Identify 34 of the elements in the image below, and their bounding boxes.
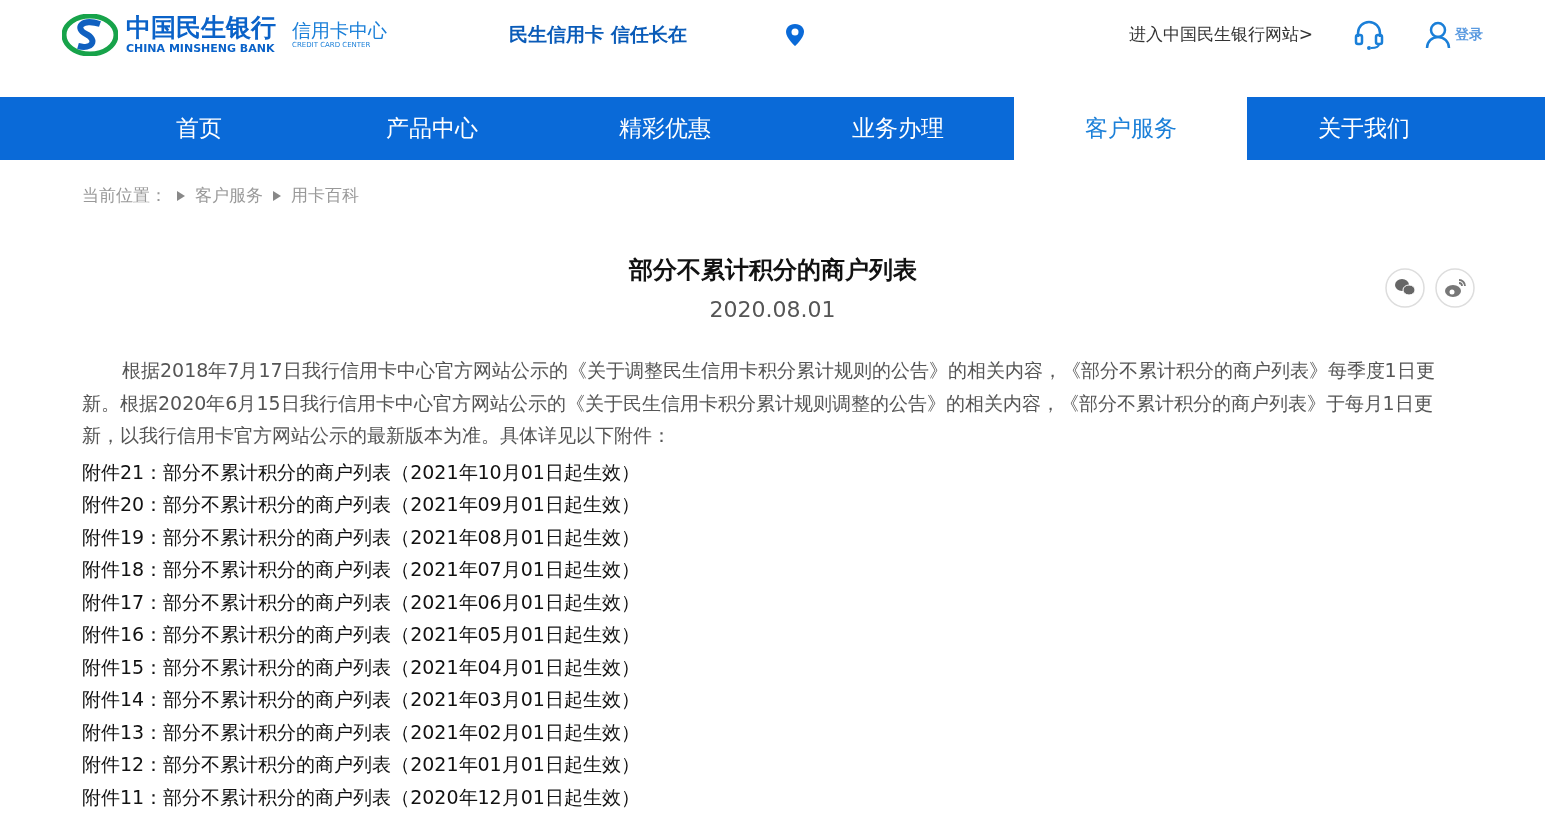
attachment-link[interactable]: 附件17：部分不累计积分的商户列表（2021年06月01日起生效） <box>82 585 640 618</box>
nav-tab[interactable]: 业务办理 <box>781 97 1014 160</box>
nav-tab[interactable]: 首页 <box>82 97 315 160</box>
logo-text: 中国民生银行 <box>126 14 276 42</box>
attachment-link[interactable]: 附件12：部分不累计积分的商户列表（2021年01月01日起生效） <box>82 748 640 781</box>
article-title: 部分不累计积分的商户列表 <box>628 255 917 286</box>
breadcrumb-label: 当前位置： <box>82 184 167 208</box>
logo-subtitle: CHINA MINSHENG BANK <box>126 42 276 55</box>
wechat-share-icon[interactable] <box>1385 268 1425 308</box>
attachment-link[interactable]: 附件13：部分不累计积分的商户列表（2021年02月01日起生效） <box>82 715 640 748</box>
nav-tab[interactable]: 精彩优惠 <box>548 97 781 160</box>
attachment-link[interactable]: 附件18：部分不累计积分的商户列表（2021年07月01日起生效） <box>82 553 640 586</box>
nav-tab[interactable]: 产品中心 <box>315 97 548 160</box>
attachment-link[interactable]: 附件19：部分不累计积分的商户列表（2021年08月01日起生效） <box>82 520 640 553</box>
attachment-link[interactable]: 附件16：部分不累计积分的商户列表（2021年05月01日起生效） <box>82 618 640 651</box>
bank-logo-icon <box>62 13 118 56</box>
user-icon[interactable] <box>1425 20 1451 49</box>
bank-site-link[interactable]: 进入中国民生银行网站> <box>1128 21 1313 48</box>
weibo-share-icon[interactable] <box>1435 268 1475 308</box>
attachment-link[interactable]: 附件21：部分不累计积分的商户列表（2021年10月01日起生效） <box>82 455 640 488</box>
attachment-link[interactable]: 附件14：部分不累计积分的商户列表（2021年03月01日起生效） <box>82 683 640 716</box>
nav-tab[interactable]: 关于我们 <box>1247 97 1480 160</box>
location-pin-icon[interactable] <box>784 22 805 47</box>
slogan: 民生信用卡 信任长在 <box>509 22 687 48</box>
attachment-link[interactable]: 附件20：部分不累计积分的商户列表（2021年09月01日起生效） <box>82 488 640 521</box>
attachment-link[interactable]: 附件11：部分不累计积分的商户列表（2020年12月01日起生效） <box>82 780 640 813</box>
nav-tab[interactable]: 客户服务 <box>1014 97 1247 160</box>
article-date: 2020.08.01 <box>708 296 837 324</box>
headset-icon[interactable] <box>1353 18 1385 51</box>
arrow-icon <box>273 191 281 201</box>
attachment-link[interactable]: 附件15：部分不累计积分的商户列表（2021年04月01日起生效） <box>82 650 640 683</box>
credit-center-text: 信用卡中心 <box>292 19 387 41</box>
intro-paragraph: 根据2018年7月17日我行信用卡中心官方网站公示的《关于调整民生信用卡积分累计规则的公告》的相关内容，《部分不累计积分的商户列表》每季度1日更新。根据2020年6月15日我行信用卡中心官方网站公示的《关于民生信用卡积分累计规则调整的公告》的相关内容，《部分不累计积分的商户列表》于每月1日更新，以我行信用卡官方网站公示的最新版本为准。具体详见以下附件： <box>82 358 1436 448</box>
arrow-icon <box>177 191 185 201</box>
